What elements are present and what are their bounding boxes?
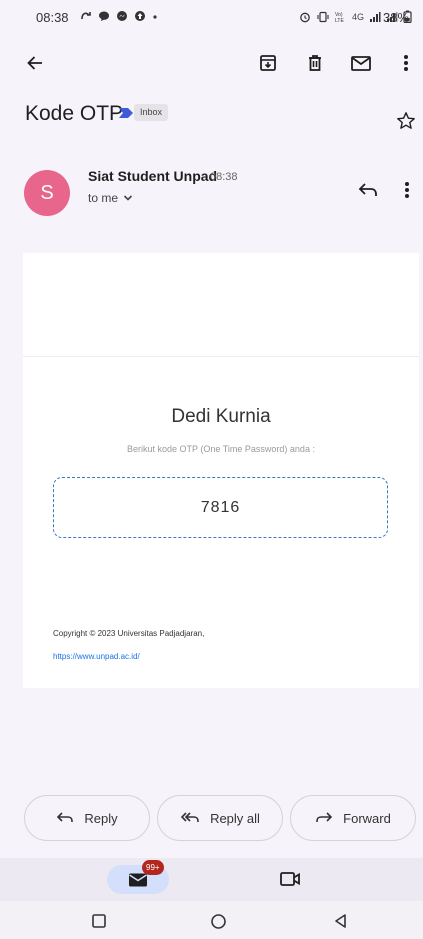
reply-icon: [57, 812, 74, 822]
unread-badge: 99+: [142, 860, 164, 875]
alarm-icon: [300, 12, 310, 22]
mark-unread-button[interactable]: [348, 50, 374, 76]
chevron-down-icon: [123, 195, 133, 201]
system-nav-bar: [0, 901, 423, 939]
email-subject: Kode OTP: [25, 102, 124, 125]
svg-text:LTE: LTE: [335, 18, 344, 23]
bottom-tab-bar: 99+: [0, 858, 423, 901]
more-vert-icon: [404, 55, 408, 71]
recipient-details-toggle[interactable]: to me: [88, 191, 133, 205]
reply-all-icon: [180, 812, 199, 822]
otp-instruction: Berikut kode OTP (One Time Password) and…: [127, 444, 315, 454]
video-camera-icon[interactable]: [279, 870, 301, 888]
reply-button[interactable]: Reply: [24, 795, 150, 841]
loop-icon: [81, 12, 91, 20]
status-time: 08:38: [36, 10, 69, 25]
status-bar: 08:38 Vo) LTE 4G 38%: [0, 0, 423, 34]
recipient-text: to me: [88, 191, 119, 205]
volte-icon: Vo)LTE: [335, 12, 344, 23]
trash-icon: [309, 55, 321, 71]
importance-marker-icon[interactable]: [119, 108, 133, 118]
chat-bubble-icon: [99, 11, 109, 21]
upload-icon: [135, 11, 145, 21]
back-button[interactable]: [22, 50, 48, 76]
home-icon[interactable]: [210, 913, 227, 930]
reply-label: Reply: [84, 810, 118, 826]
notification-icons: [80, 10, 158, 22]
delete-button[interactable]: [302, 50, 328, 76]
star-icon[interactable]: [396, 111, 416, 131]
copyright-text: Copyright © 2023 Universitas Padjadjaran…: [53, 629, 205, 638]
more-vert-icon[interactable]: [404, 180, 410, 200]
reply-icon[interactable]: [357, 180, 379, 200]
recent-apps-icon[interactable]: [91, 913, 107, 929]
sender-avatar[interactable]: S: [24, 170, 70, 216]
website-link[interactable]: https://www.unpad.ac.id/: [53, 652, 140, 661]
archive-button[interactable]: [255, 50, 281, 76]
mail-icon: [351, 56, 371, 71]
signal-icon: [370, 11, 381, 22]
back-nav-icon[interactable]: [333, 913, 349, 929]
back-arrow-icon: [27, 56, 42, 70]
otp-code: 7816: [53, 477, 388, 538]
inbox-label-chip[interactable]: Inbox: [134, 104, 169, 121]
network-type: 4G: [352, 11, 365, 22]
divider: [23, 356, 419, 357]
archive-icon: [260, 55, 276, 71]
recipient-name: Dedi Kurnia: [171, 406, 271, 427]
vibrate-icon: [317, 11, 329, 22]
forward-button[interactable]: Forward: [290, 795, 416, 841]
battery-percent: 38%: [383, 10, 410, 25]
sent-time: 08:38: [210, 171, 238, 183]
dot-icon: [153, 15, 157, 19]
more-options-button[interactable]: [393, 50, 419, 76]
reply-all-label: Reply all: [210, 810, 260, 826]
email-body: Dedi Kurnia Berikut kode OTP (One Time P…: [23, 253, 419, 688]
sender-name: Siat Student Unpad: [88, 168, 218, 184]
forward-label: Forward: [343, 810, 391, 826]
forward-icon: [316, 812, 333, 822]
messenger-icon: [117, 11, 127, 21]
reply-all-button[interactable]: Reply all: [157, 795, 283, 841]
